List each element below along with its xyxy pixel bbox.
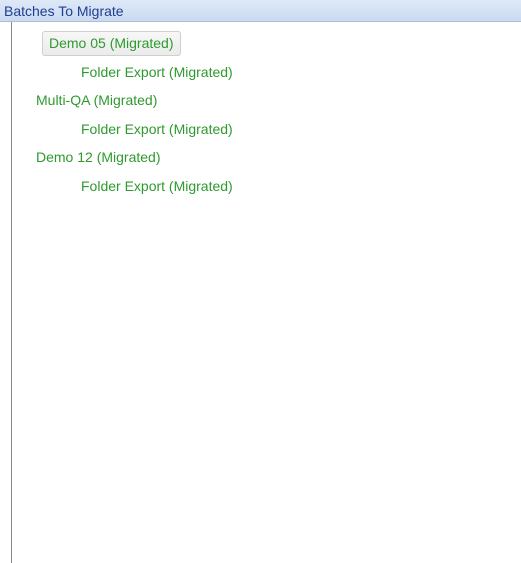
tree-item-folder-export[interactable]: Folder Export (Migrated) [81, 117, 233, 142]
batches-panel: Batches To Migrate Demo 05 (Migrated) Fo… [0, 0, 521, 563]
tree-item-folder-export[interactable]: Folder Export (Migrated) [81, 60, 233, 85]
tree-item-demo-12[interactable]: Demo 12 (Migrated) [36, 145, 161, 170]
tree-item-multi-qa[interactable]: Multi-QA (Migrated) [36, 88, 157, 113]
panel-header: Batches To Migrate [0, 0, 521, 22]
tree-item-demo-05[interactable]: Demo 05 (Migrated) [42, 31, 181, 56]
tree-item-folder-export[interactable]: Folder Export (Migrated) [81, 174, 233, 199]
batches-tree[interactable]: Demo 05 (Migrated) Folder Export (Migrat… [12, 22, 521, 563]
